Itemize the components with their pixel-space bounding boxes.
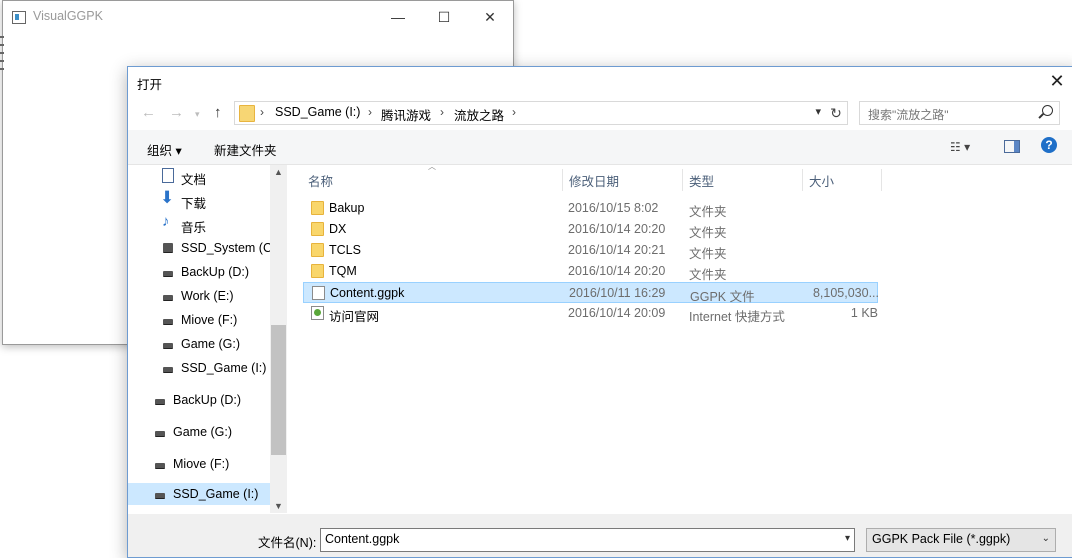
internet-shortcut-icon <box>311 306 324 320</box>
drive-icon <box>163 343 173 349</box>
filetype-select[interactable]: GGPK Pack File (*.ggpk) ⌄ <box>866 528 1056 552</box>
dialog-title: 打开 <box>137 78 163 92</box>
dialog-titlebar[interactable]: 打开 ✕ <box>128 67 1072 95</box>
view-options-icon[interactable]: ☷ ▾ <box>950 140 970 154</box>
breadcrumb-separator-icon[interactable]: › <box>260 105 264 119</box>
breadcrumb-separator-icon[interactable]: › <box>440 105 444 119</box>
file-row-dx[interactable]: DX 2016/10/14 20:20 文件夹 <box>303 219 878 240</box>
tree-item-ssd-system[interactable]: SSD_System (C: <box>128 237 275 259</box>
filetype-value: GGPK Pack File (*.ggpk) <box>872 532 1011 546</box>
breadcrumb-separator-icon[interactable]: › <box>368 105 372 119</box>
breadcrumb-drive[interactable]: SSD_Game (I:) <box>275 105 360 119</box>
column-name[interactable]: 名称 <box>308 171 333 190</box>
filename-dropdown-icon[interactable]: ▾ <box>845 533 850 544</box>
scrollbar-thumb[interactable] <box>271 325 286 455</box>
new-folder-button[interactable]: 新建文件夹 <box>214 140 277 159</box>
music-icon: ♪ <box>162 213 170 230</box>
scroll-up-icon[interactable]: ▲ <box>274 167 283 177</box>
list-header: ︿ 名称 修改日期 类型 大小 <box>288 162 1072 191</box>
background-window-title: VisualGGPK <box>33 9 103 23</box>
tree-item-downloads[interactable]: ⬇ 下载 <box>128 188 270 211</box>
column-date-modified[interactable]: 修改日期 <box>569 171 619 190</box>
system-drive-icon <box>163 243 173 253</box>
breadcrumb-tencent-games[interactable]: 腾讯游戏 <box>381 105 431 124</box>
scroll-down-icon[interactable]: ▼ <box>274 501 283 511</box>
breadcrumb-path-of-exile[interactable]: 流放之路 <box>454 105 504 124</box>
tree-item-documents[interactable]: 文档 <box>128 165 270 187</box>
open-file-dialog: 打开 ✕ ← → ▾ ↑ › SSD_Game (I:) › 腾讯游戏 › 流放… <box>127 66 1072 558</box>
address-dropdown-icon[interactable]: ▾ <box>815 105 821 118</box>
recent-locations-chevron-icon[interactable]: ▾ <box>195 109 200 120</box>
filename-input[interactable]: Content.ggpk ▾ <box>320 528 855 552</box>
command-toolbar: 组织 ▾ 新建文件夹 ☷ ▾ ? <box>128 130 1072 165</box>
dialog-close-button[interactable]: ✕ <box>1040 69 1072 93</box>
column-divider[interactable] <box>682 169 683 191</box>
folder-icon <box>239 105 255 122</box>
tree-item-music[interactable]: ♪ 音乐 <box>128 213 270 235</box>
refresh-icon[interactable]: ↻ <box>825 101 848 125</box>
navigation-pane: 文档 ⬇ 下载 ♪ 音乐 SSD_System (C: BackUp (D:) … <box>128 165 286 513</box>
tree-item-work-e[interactable]: Work (E:) <box>128 285 270 307</box>
up-arrow-icon[interactable]: ↑ <box>214 104 222 121</box>
tree-item-game-g[interactable]: Game (G:) <box>128 333 270 355</box>
tree-item-miove-f[interactable]: Miove (F:) <box>128 309 270 331</box>
folder-icon <box>311 264 324 278</box>
file-list: ︿ 名称 修改日期 类型 大小 Bakup 2016/10/15 8:02 文件… <box>288 162 1072 513</box>
file-row-tqm[interactable]: TQM 2016/10/14 20:20 文件夹 <box>303 261 878 282</box>
forward-arrow-icon[interactable]: → <box>169 104 184 121</box>
column-type[interactable]: 类型 <box>689 171 714 190</box>
file-row-official-site[interactable]: 访问官网 2016/10/14 20:09 Internet 快捷方式 1 KB <box>303 303 878 324</box>
file-row-content-ggpk[interactable]: Content.ggpk 2016/10/11 16:29 GGPK 文件 8,… <box>303 282 879 304</box>
folder-icon <box>311 222 324 236</box>
preview-pane-icon[interactable] <box>1004 140 1020 153</box>
drive-icon <box>163 367 173 373</box>
background-window-titlebar[interactable]: VisualGGPK — ☐ ✕ <box>3 1 513 33</box>
drive-icon <box>163 271 173 277</box>
filename-bar: 文件名(N): Content.ggpk ▾ GGPK Pack File (*… <box>128 514 1072 557</box>
tree-item-network-backup-d[interactable]: BackUp (D:) <box>128 389 270 411</box>
search-box[interactable]: 搜索"流放之路" <box>859 101 1060 125</box>
folder-icon <box>311 243 324 257</box>
back-arrow-icon[interactable]: ← <box>141 104 156 121</box>
column-size[interactable]: 大小 <box>809 171 834 190</box>
column-divider[interactable] <box>802 169 803 191</box>
address-bar[interactable]: › SSD_Game (I:) › 腾讯游戏 › 流放之路 › ▾ <box>234 101 848 125</box>
tree-item-backup-d[interactable]: BackUp (D:) <box>128 261 270 283</box>
organize-button[interactable]: 组织 ▾ <box>147 140 182 159</box>
navigation-row: ← → ▾ ↑ › SSD_Game (I:) › 腾讯游戏 › 流放之路 › … <box>128 98 1072 130</box>
drive-icon <box>155 399 165 405</box>
column-divider[interactable] <box>881 169 882 191</box>
file-row-tcls[interactable]: TCLS 2016/10/14 20:21 文件夹 <box>303 240 878 261</box>
drive-icon <box>155 431 165 437</box>
maximize-button[interactable]: ☐ <box>421 5 467 29</box>
file-icon <box>312 286 325 300</box>
drive-icon <box>163 319 173 325</box>
navigation-scrollbar[interactable]: ▲ ▼ <box>270 165 287 513</box>
tree-item-ssd-game-i[interactable]: SSD_Game (I:) <box>128 357 270 379</box>
search-placeholder: 搜索"流放之路" <box>868 108 949 122</box>
search-icon[interactable] <box>1042 105 1053 116</box>
close-button[interactable]: ✕ <box>467 5 513 29</box>
tree-item-network-miove-f[interactable]: Miove (F:) <box>128 453 270 475</box>
download-icon: ⬇ <box>160 188 175 207</box>
filename-label: 文件名(N): <box>258 536 317 550</box>
drive-icon <box>155 493 165 499</box>
sort-ascending-icon: ︿ <box>428 162 436 171</box>
file-row-bakup[interactable]: Bakup 2016/10/15 8:02 文件夹 <box>303 198 878 219</box>
drive-icon <box>155 463 165 469</box>
app-icon <box>12 11 26 24</box>
tree-item-network-ssd-game-i[interactable]: SSD_Game (I:) <box>128 483 270 505</box>
help-icon[interactable]: ? <box>1041 137 1057 153</box>
drive-icon <box>163 295 173 301</box>
tree-item-network-game-g[interactable]: Game (G:) <box>128 421 270 443</box>
breadcrumb-separator-icon[interactable]: › <box>512 105 516 119</box>
folder-icon <box>311 201 324 215</box>
chevron-down-icon[interactable]: ⌄ <box>1042 533 1050 544</box>
filename-value: Content.ggpk <box>325 532 400 546</box>
left-edge-marks <box>0 30 4 120</box>
document-icon <box>162 168 174 183</box>
minimize-button[interactable]: — <box>375 5 421 29</box>
column-divider[interactable] <box>562 169 563 191</box>
